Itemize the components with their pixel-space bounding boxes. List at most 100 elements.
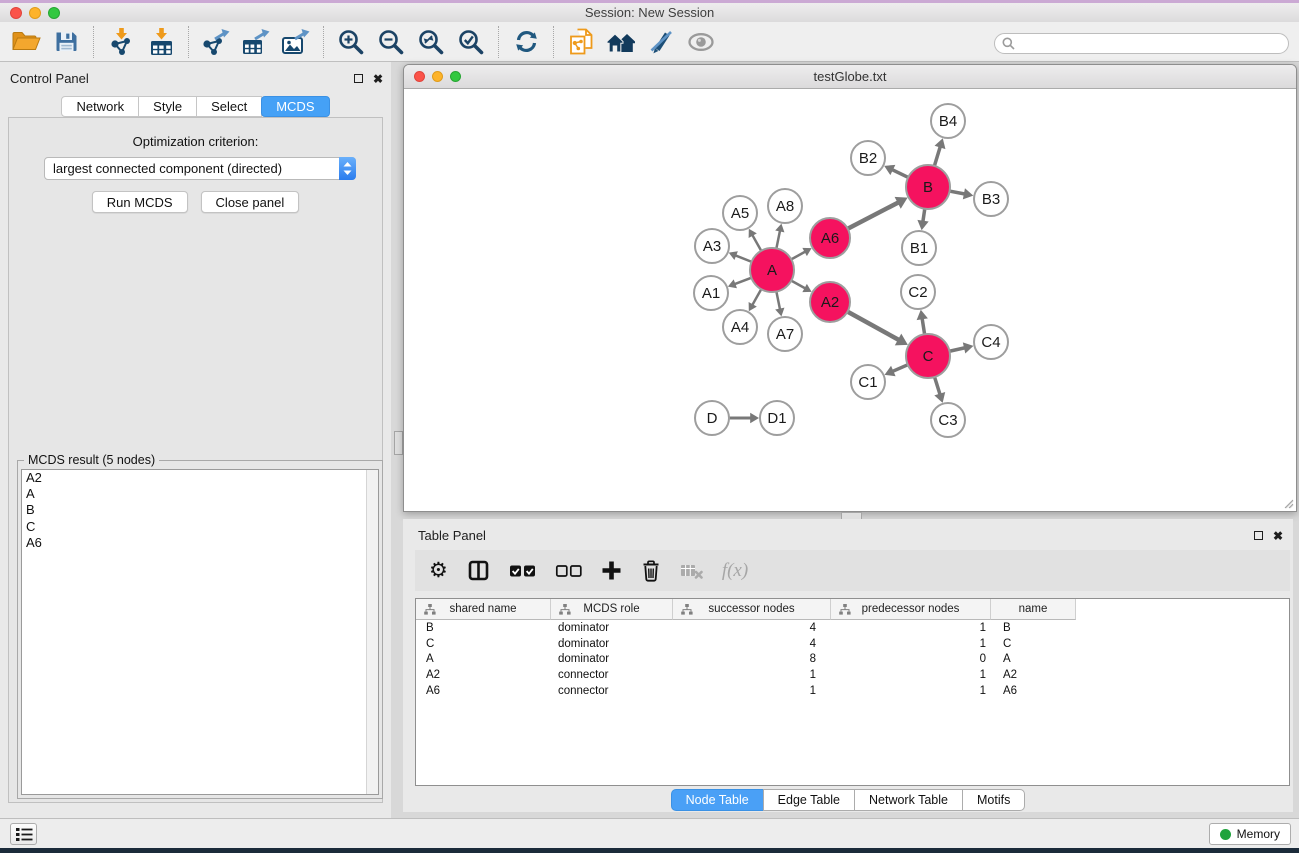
- table-cell: 4: [673, 622, 831, 634]
- mcds-result-groupbox: MCDS result (5 nodes) A2ABCA6: [17, 460, 383, 799]
- table-row-A2[interactable]: A2connector11A2: [416, 667, 1289, 683]
- close-panel-button[interactable]: Close panel: [201, 191, 300, 213]
- table-row-B[interactable]: Bdominator41B: [416, 620, 1289, 636]
- export-network-button[interactable]: [196, 24, 236, 60]
- graph-edge-A-A3[interactable]: [735, 255, 751, 261]
- home-button[interactable]: [601, 24, 641, 60]
- import-network-button[interactable]: [101, 24, 141, 60]
- toolbar-separator: [93, 26, 94, 58]
- attribute-tree-icon: [559, 604, 571, 615]
- network-window-titlebar[interactable]: testGlobe.txt: [404, 65, 1296, 89]
- open-folder-button[interactable]: [6, 24, 46, 60]
- graph-edge-B-B4[interactable]: [935, 146, 941, 165]
- zoom-fit-icon: [417, 28, 445, 56]
- zoom-fit-button[interactable]: [411, 24, 451, 60]
- mcds-result-item[interactable]: A2: [22, 470, 378, 486]
- graph-edge-C-C2[interactable]: [922, 318, 924, 333]
- column-header-successor-nodes[interactable]: successor nodes: [673, 599, 831, 620]
- optimization-criterion-select[interactable]: largest connected component (directed): [44, 157, 356, 180]
- close-table-panel-icon[interactable]: ✖: [1273, 531, 1283, 541]
- tab-mcds[interactable]: MCDS: [261, 96, 329, 117]
- table-cell: A2: [991, 669, 1076, 681]
- task-history-button[interactable]: [10, 823, 37, 845]
- deselect-all-button[interactable]: [555, 563, 582, 579]
- mcds-result-item[interactable]: C: [22, 519, 378, 535]
- network-canvas[interactable]: B4B2BB3A8A5A6A3B1AA1C2A2A4A7C4CC1C3DD1: [404, 89, 1296, 511]
- search-input[interactable]: [1020, 37, 1275, 51]
- resize-grip-icon[interactable]: [1281, 496, 1294, 509]
- columns-button[interactable]: [467, 559, 490, 582]
- graph-edge-A-A4[interactable]: [752, 290, 761, 306]
- graph-edge-C-C1[interactable]: [892, 365, 907, 371]
- export-network-icon: [201, 28, 231, 55]
- control-panel-title: Control Panel: [10, 71, 89, 86]
- graph-edge-B-B3[interactable]: [950, 191, 965, 194]
- graph-edge-C-C4[interactable]: [950, 348, 965, 351]
- graph-edge-A-A7[interactable]: [776, 292, 780, 309]
- hide-graphics-button[interactable]: [641, 24, 681, 60]
- tab-network-table[interactable]: Network Table: [854, 789, 963, 811]
- column-header-shared-name[interactable]: shared name: [416, 599, 551, 620]
- mcds-result-item[interactable]: A6: [22, 535, 378, 551]
- graph-node-label-B1: B1: [910, 240, 928, 257]
- mcds-result-item[interactable]: A: [22, 486, 378, 502]
- vertical-splitter-grip[interactable]: [394, 431, 403, 455]
- table-cell: 8: [673, 653, 831, 665]
- table-row-A[interactable]: Adominator80A: [416, 651, 1289, 667]
- table-row-A6[interactable]: A6connector11A6: [416, 683, 1289, 699]
- table-row-C[interactable]: Cdominator41C: [416, 636, 1289, 652]
- graph-edge-A2-C[interactable]: [848, 312, 899, 340]
- zoom-selected-button[interactable]: [451, 24, 491, 60]
- network-from-selection-button[interactable]: [561, 24, 601, 60]
- search-box[interactable]: [994, 33, 1289, 54]
- table-cell: A: [991, 653, 1076, 665]
- zoom-out-button[interactable]: [371, 24, 411, 60]
- graph-edge-A-A6[interactable]: [792, 252, 806, 260]
- column-header-name[interactable]: name: [991, 599, 1076, 620]
- tab-edge-table[interactable]: Edge Table: [763, 789, 855, 811]
- list-icon: [15, 827, 33, 842]
- show-graphics-button[interactable]: [681, 24, 721, 60]
- graph-edge-A-A2[interactable]: [792, 281, 806, 289]
- close-panel-icon[interactable]: ✖: [373, 74, 383, 84]
- save-button[interactable]: [46, 24, 86, 60]
- app-title: Session: New Session: [0, 5, 1299, 20]
- control-panel: Control Panel ✖ NetworkStyleSelectMCDS O…: [0, 62, 391, 818]
- import-table-button[interactable]: [141, 24, 181, 60]
- tab-node-table[interactable]: Node Table: [671, 789, 764, 811]
- run-mcds-button[interactable]: Run MCDS: [92, 191, 188, 213]
- graph-edge-C-C3[interactable]: [935, 377, 940, 394]
- gear-button[interactable]: ⚙: [429, 561, 448, 581]
- graph-edge-B-B2[interactable]: [892, 170, 908, 178]
- tab-motifs[interactable]: Motifs: [962, 789, 1025, 811]
- apply-layout-button[interactable]: [506, 24, 546, 60]
- graph-edge-A-A5[interactable]: [752, 235, 761, 251]
- graph-node-label-A6: A6: [821, 230, 839, 247]
- export-image-icon: [281, 28, 311, 55]
- graph-edge-A6-B[interactable]: [848, 202, 898, 228]
- tab-select[interactable]: Select: [196, 96, 262, 117]
- export-image-button[interactable]: [276, 24, 316, 60]
- column-header-predecessor-nodes[interactable]: predecessor nodes: [831, 599, 991, 620]
- graph-arrowhead: [775, 224, 784, 233]
- mcds-list-scrollbar[interactable]: [366, 470, 378, 794]
- table-body: Bdominator41BCdominator41CAdominator80AA…: [416, 620, 1289, 698]
- memory-button[interactable]: Memory: [1209, 823, 1291, 845]
- add-row-button[interactable]: [601, 560, 622, 581]
- tab-style[interactable]: Style: [138, 96, 197, 117]
- tab-network[interactable]: Network: [61, 96, 139, 117]
- float-panel-icon[interactable]: [354, 74, 363, 83]
- select-all-button[interactable]: [509, 563, 536, 579]
- columns-icon: [467, 559, 490, 582]
- float-table-panel-icon[interactable]: [1254, 531, 1263, 540]
- graph-edge-A-A8[interactable]: [776, 230, 780, 247]
- graph-edge-B-B1[interactable]: [923, 209, 925, 221]
- mcds-result-item[interactable]: B: [22, 502, 378, 518]
- graph-edge-A-A1[interactable]: [734, 278, 751, 284]
- mcds-result-list[interactable]: A2ABCA6: [21, 469, 379, 795]
- delete-row-button[interactable]: [641, 559, 661, 582]
- column-header-mcds-role[interactable]: MCDS role: [551, 599, 673, 620]
- export-table-button[interactable]: [236, 24, 276, 60]
- zoom-in-button[interactable]: [331, 24, 371, 60]
- import-network-icon: [108, 28, 135, 56]
